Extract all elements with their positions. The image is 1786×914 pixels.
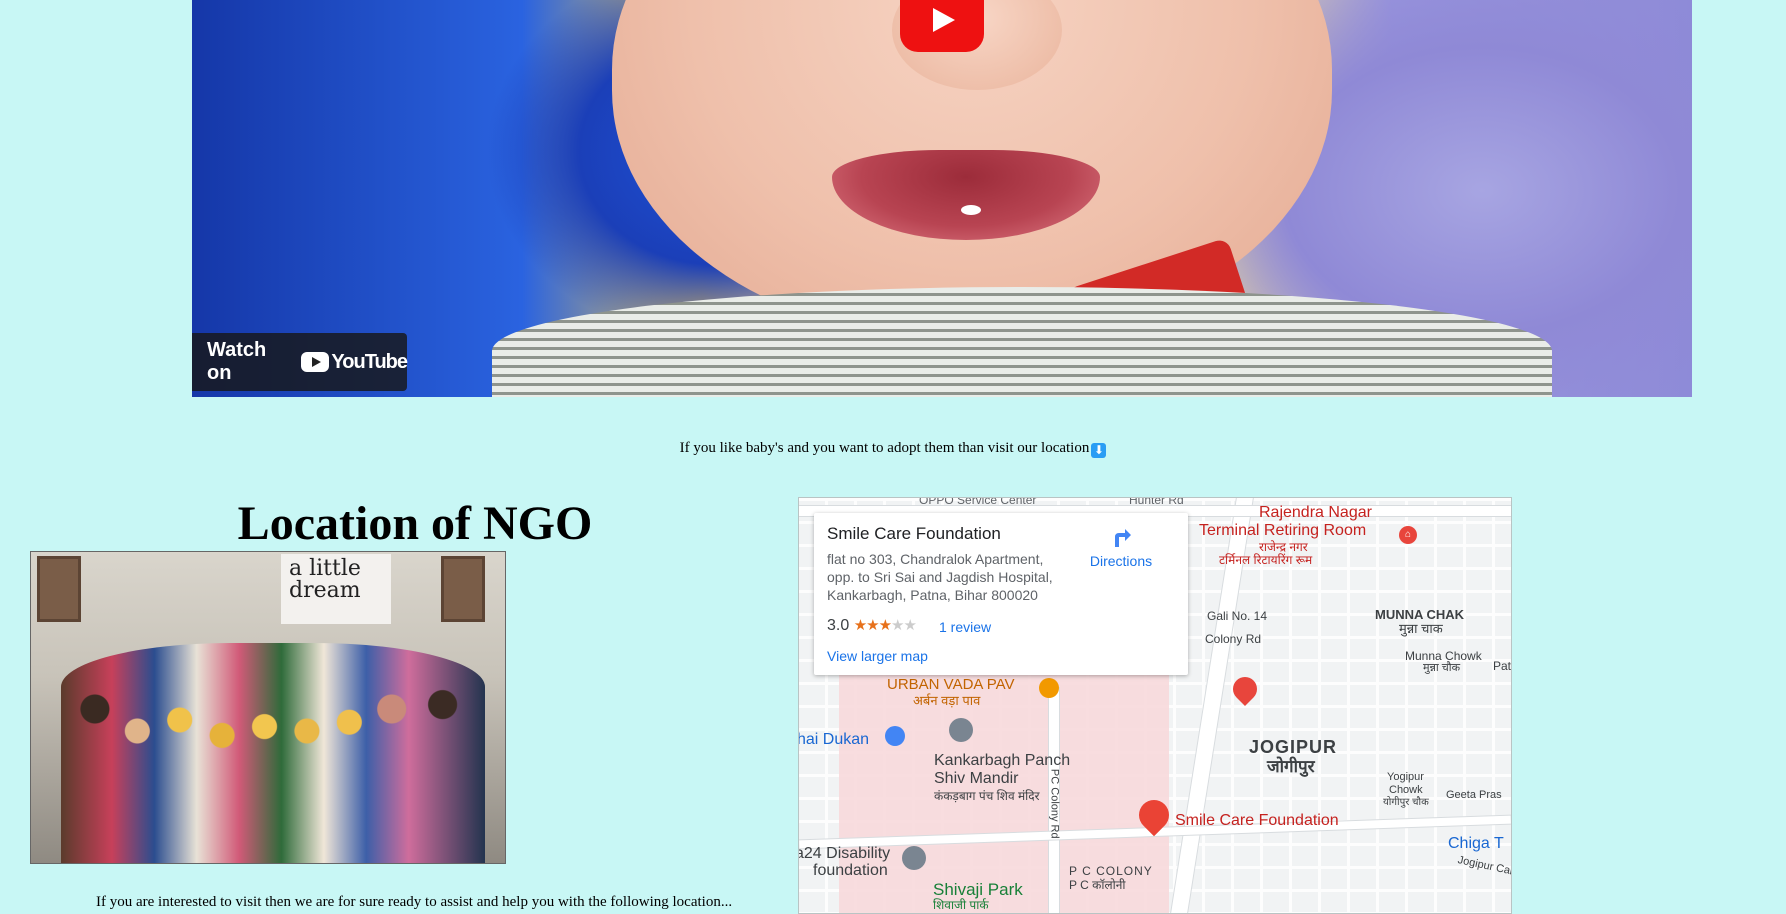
map-label-colony-rd: Colony Rd <box>1205 632 1262 646</box>
map-label-foundation: foundation <box>813 862 888 879</box>
directions-button[interactable]: Directions <box>1082 525 1160 569</box>
photo-window <box>441 556 485 622</box>
map-label-munna-chowk: Munna Chowk <box>1405 649 1482 663</box>
youtube-word: YouTube <box>331 350 408 373</box>
photo-banner: a little dream <box>281 554 391 624</box>
map-label-yogipur-hindi: योगीपुर चौक <box>1383 797 1429 808</box>
down-arrow-icon: ⬇ <box>1091 443 1107 458</box>
baby-shirt-image <box>492 287 1552 397</box>
map-label-pat: Pat <box>1493 659 1512 673</box>
map-label-gali: Gali No. 14 <box>1207 609 1268 623</box>
directions-label: Directions <box>1089 553 1153 569</box>
map-label-munna-chak-hindi: मुन्ना चाक <box>1399 621 1443 636</box>
map-label-service: OPPO Service Center <box>919 497 1037 507</box>
map-label-shivaji-hindi: शिवाजी पार्क <box>933 898 989 912</box>
map-label-kankarbagh: Kankarbagh Panch <box>934 752 1071 769</box>
adopt-text-label: If you like baby's and you want to adopt… <box>679 440 1090 456</box>
map-label-hunter-rd: Hunter Rd <box>1129 497 1184 507</box>
map-label-urban-vada: URBAN VADA PAV <box>887 676 1015 693</box>
adopt-text: If you like baby's and you want to adopt… <box>0 440 1786 458</box>
map-label-yogipur: Yogipur <box>1387 771 1424 783</box>
youtube-logo-icon: YouTube <box>301 350 408 374</box>
baby-tooth-image <box>961 205 981 215</box>
directions-icon <box>1109 525 1133 549</box>
map-label-terminal-hindi: टर्मिनल रिटायरिंग रूम <box>1219 553 1313 567</box>
watch-on-youtube-button[interactable]: Watch on YouTube <box>192 333 408 391</box>
location-title: Location of NGO <box>237 497 593 550</box>
place-address: flat no 303, Chandralok Apartment, opp. … <box>827 551 1053 603</box>
youtube-play-icon[interactable] <box>900 0 984 52</box>
watch-on-label: Watch on <box>207 339 267 384</box>
ngo-group-photo: a little dream <box>30 551 506 864</box>
map-label-disability: a24 Disability <box>798 845 891 862</box>
photo-crowd <box>61 643 485 863</box>
map-label-rajendra: Rajendra Nagar <box>1259 504 1372 521</box>
map-label-munna-chak: MUNNA CHAK <box>1375 607 1465 622</box>
map-label-smile-pin[interactable]: Smile Care Foundation <box>1175 812 1339 830</box>
reviews-link[interactable]: 1 review <box>939 619 991 635</box>
view-larger-map-link[interactable]: View larger map <box>827 648 928 664</box>
map-label-chiga: Chiga T <box>1448 835 1504 852</box>
map-label-geeta: Geeta Pras <box>1446 789 1502 801</box>
google-map-embed[interactable]: OPPO Service Center Hunter Rd Rajendra N… <box>798 497 1512 914</box>
map-label-shivaji-park: Shivaji Park <box>933 880 1023 899</box>
map-info-card: Smile Care Foundation flat no 303, Chand… <box>814 513 1188 675</box>
map-label-dukan: hai Dukan <box>798 731 870 748</box>
map-place-icon <box>902 846 926 870</box>
map-label-urban-vada-hindi: अर्बन वड़ा पाव <box>913 693 981 708</box>
visit-text: If you are interested to visit then we a… <box>96 894 733 910</box>
map-label-terminal: Terminal Retiring Room <box>1199 522 1367 539</box>
youtube-video-embed[interactable]: Watch on YouTube <box>192 0 1692 397</box>
map-label-jogipur-hindi: जोगीपुर <box>1267 757 1315 776</box>
map-label-shiv-mandir: Shiv Mandir <box>934 770 1019 787</box>
map-label-pc-colony-hindi: P C कॉलोनी <box>1069 878 1126 892</box>
map-label-munna-chowk-hindi: मुन्ना चौक <box>1423 662 1461 674</box>
place-title: Smile Care Foundation <box>827 524 1001 543</box>
map-label-pc-colony: P C COLONY <box>1069 864 1153 878</box>
rating-stars-icon: ★★★★★ <box>853 617 917 634</box>
stars-on: ★★★ <box>853 617 892 634</box>
place-rating: 3.0 ★★★★★ <box>827 616 917 635</box>
stars-off: ★★ <box>891 617 917 634</box>
map-label-rajendra-hindi: राजेन्द्र नगर <box>1259 540 1308 554</box>
map-restaurant-icon <box>1039 678 1059 698</box>
map-temple-icon <box>949 718 973 742</box>
photo-window <box>37 556 81 622</box>
map-label-pc-colony-rd: PC Colony Rd <box>1048 768 1061 839</box>
rating-value: 3.0 <box>827 617 850 634</box>
map-label-shiv-hindi: कंकड़बाग पंच शिव मंदिर <box>934 789 1040 803</box>
map-label-jogipur: JOGIPUR <box>1249 737 1338 757</box>
map-label-chowk: Chowk <box>1389 784 1423 796</box>
map-shop-icon <box>885 726 905 746</box>
map-hotel-icon: ⌂ <box>1399 526 1417 544</box>
